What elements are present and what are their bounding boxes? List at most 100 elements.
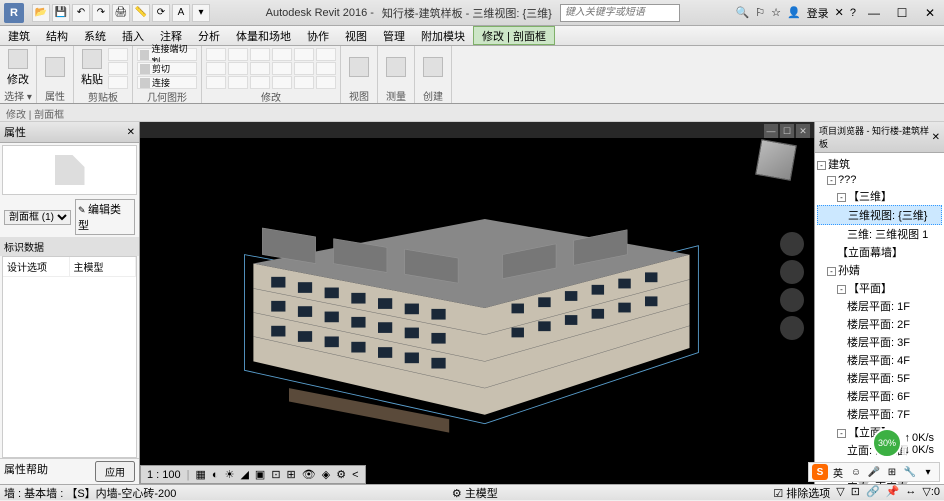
tree-toggle-icon[interactable]: - [827, 176, 836, 185]
ime-lang-label[interactable]: 英 [830, 464, 846, 480]
ribbon-tab[interactable]: 协作 [299, 26, 337, 45]
tree-node[interactable]: -【三维】 [817, 187, 942, 205]
scale-label[interactable]: 1 : 100 [147, 469, 181, 481]
ribbon-tool-icon[interactable] [294, 62, 314, 75]
ribbon-tool-icon[interactable] [108, 48, 128, 61]
ribbon-tool-icon[interactable] [206, 62, 226, 75]
ribbon-tab[interactable]: 结构 [38, 26, 76, 45]
ribbon-tab[interactable]: 视图 [337, 26, 375, 45]
status-select-count[interactable]: ▽:0 [922, 485, 940, 501]
tree-node[interactable]: -【平面】 [817, 279, 942, 297]
ribbon-button[interactable] [345, 48, 373, 88]
ribbon-tool-icon[interactable] [250, 76, 270, 89]
ribbon-button[interactable] [419, 48, 447, 88]
qat-more-icon[interactable]: ▾ [192, 4, 210, 22]
tree-node[interactable]: 三维视图: {三维} [817, 205, 942, 225]
ribbon-tool-icon[interactable] [294, 76, 314, 89]
ribbon-tool-icon[interactable] [250, 62, 270, 75]
help-icon[interactable]: ? [850, 7, 856, 19]
close-button[interactable]: ✕ [916, 2, 944, 24]
property-row[interactable]: 设计选项主模型 [3, 257, 136, 277]
tree-toggle-icon[interactable]: - [827, 267, 836, 276]
ribbon-tool-icon[interactable] [228, 76, 248, 89]
viewcube[interactable] [755, 139, 797, 181]
ribbon-tool-icon[interactable] [228, 48, 248, 61]
ribbon-tool-icon[interactable] [250, 48, 270, 61]
tree-node[interactable]: 楼层平面: 7F [817, 405, 942, 423]
type-selector[interactable]: 剖面框 (1) [4, 210, 71, 225]
qat-open-icon[interactable]: 📂 [32, 4, 50, 22]
qat-a-icon[interactable]: A [172, 4, 190, 22]
status-select-pinned-icon[interactable]: 📌 [886, 485, 900, 501]
ribbon-tool-icon[interactable] [108, 76, 128, 89]
ribbon-tab[interactable]: 附加模块 [413, 26, 473, 45]
ribbon-tool-icon[interactable] [316, 76, 336, 89]
qat-sync-icon[interactable]: ⟳ [152, 4, 170, 22]
search-input[interactable] [560, 4, 680, 22]
ribbon-tool-icon[interactable] [272, 62, 292, 75]
properties-help-button[interactable]: 属性帮助 [4, 461, 48, 482]
ribbon-button[interactable]: 修改 [4, 48, 32, 88]
tree-node[interactable]: -??? [817, 173, 942, 187]
reveal-hidden-icon[interactable]: ◈ [322, 468, 330, 481]
tree-node[interactable]: 楼层平面: 6F [817, 387, 942, 405]
qat-measure-icon[interactable]: 📏 [132, 4, 150, 22]
properties-close-icon[interactable]: ✕ [127, 127, 135, 138]
minimize-button[interactable]: — [860, 2, 888, 24]
ribbon-tab[interactable]: 体量和场地 [228, 26, 299, 45]
apply-button[interactable]: 应用 [95, 461, 135, 482]
ime-toolbar[interactable]: S 英 ☺ 🎤 ⊞ 🔧 ▾ [808, 462, 940, 482]
ribbon-tool-icon[interactable] [206, 48, 226, 61]
steering-wheel-icon[interactable] [780, 232, 804, 256]
comm-icon[interactable]: ⚐ [755, 6, 765, 19]
3d-viewport[interactable]: — ☐ ✕ [140, 122, 814, 484]
ribbon-tool-icon[interactable] [272, 48, 292, 61]
infocenter-search-icon[interactable]: 🔍 [736, 6, 750, 19]
ribbon-tab[interactable]: 系统 [76, 26, 114, 45]
ribbon-small-button[interactable]: 连接端切割 [137, 48, 197, 61]
qat-save-icon[interactable]: 💾 [52, 4, 70, 22]
ribbon-tab[interactable]: 管理 [375, 26, 413, 45]
status-exclude-options[interactable]: ☑ 排除选项 [773, 485, 830, 501]
ribbon-button[interactable] [382, 48, 410, 88]
ime-emoji-icon[interactable]: ☺ [848, 464, 864, 480]
detail-level-icon[interactable]: ▦ [196, 468, 206, 481]
ime-dropdown-icon[interactable]: ▾ [920, 464, 936, 480]
ime-voice-icon[interactable]: 🎤 [866, 464, 882, 480]
tree-toggle-icon[interactable]: - [817, 161, 826, 170]
edit-type-button[interactable]: ✎ 编辑类型 [75, 199, 135, 235]
visual-style-icon[interactable]: ◐ [212, 469, 219, 481]
ribbon-tool-icon[interactable] [294, 48, 314, 61]
ribbon-tool-icon[interactable] [316, 48, 336, 61]
crop-view-icon[interactable]: ⊡ [271, 468, 280, 481]
pan-icon[interactable] [780, 260, 804, 284]
user-icon[interactable]: 👤 [787, 6, 801, 19]
ribbon-tool-icon[interactable] [228, 62, 248, 75]
tree-node[interactable]: 【立面幕墙】 [817, 243, 942, 261]
shadows-icon[interactable]: ◢ [240, 468, 248, 481]
exchange-icon[interactable]: ✕ [835, 6, 844, 19]
ribbon-tool-icon[interactable] [272, 76, 292, 89]
maximize-button[interactable]: ☐ [888, 2, 916, 24]
ribbon-tool-icon[interactable] [108, 62, 128, 75]
vp-max-icon[interactable]: ☐ [780, 124, 794, 138]
ribbon-button[interactable]: 粘贴 [78, 48, 106, 88]
sun-path-icon[interactable]: ☀ [225, 468, 235, 481]
qat-print-icon[interactable]: 🖨 [112, 4, 130, 22]
tree-node[interactable]: -建筑 [817, 155, 942, 173]
tree-node[interactable]: 楼层平面: 3F [817, 333, 942, 351]
vp-min-icon[interactable]: — [764, 124, 778, 138]
tree-node[interactable]: 楼层平面: 4F [817, 351, 942, 369]
ime-keyboard-icon[interactable]: ⊞ [884, 464, 900, 480]
tree-node[interactable]: 三维: 三维视图 1 [817, 225, 942, 243]
tree-node[interactable]: 楼层平面: 5F [817, 369, 942, 387]
ribbon-tab[interactable]: 修改 | 剖面框 [473, 26, 555, 45]
status-editable-icon[interactable]: ⊡ [851, 485, 860, 501]
ribbon-tab[interactable]: 建筑 [0, 26, 38, 45]
login-label[interactable]: 登录 [807, 5, 829, 21]
tree-toggle-icon[interactable]: - [837, 429, 846, 438]
ribbon-tool-icon[interactable] [206, 76, 226, 89]
ribbon-tool-icon[interactable] [316, 62, 336, 75]
qat-redo-icon[interactable]: ↷ [92, 4, 110, 22]
tree-node[interactable]: 楼层平面: 2F [817, 315, 942, 333]
